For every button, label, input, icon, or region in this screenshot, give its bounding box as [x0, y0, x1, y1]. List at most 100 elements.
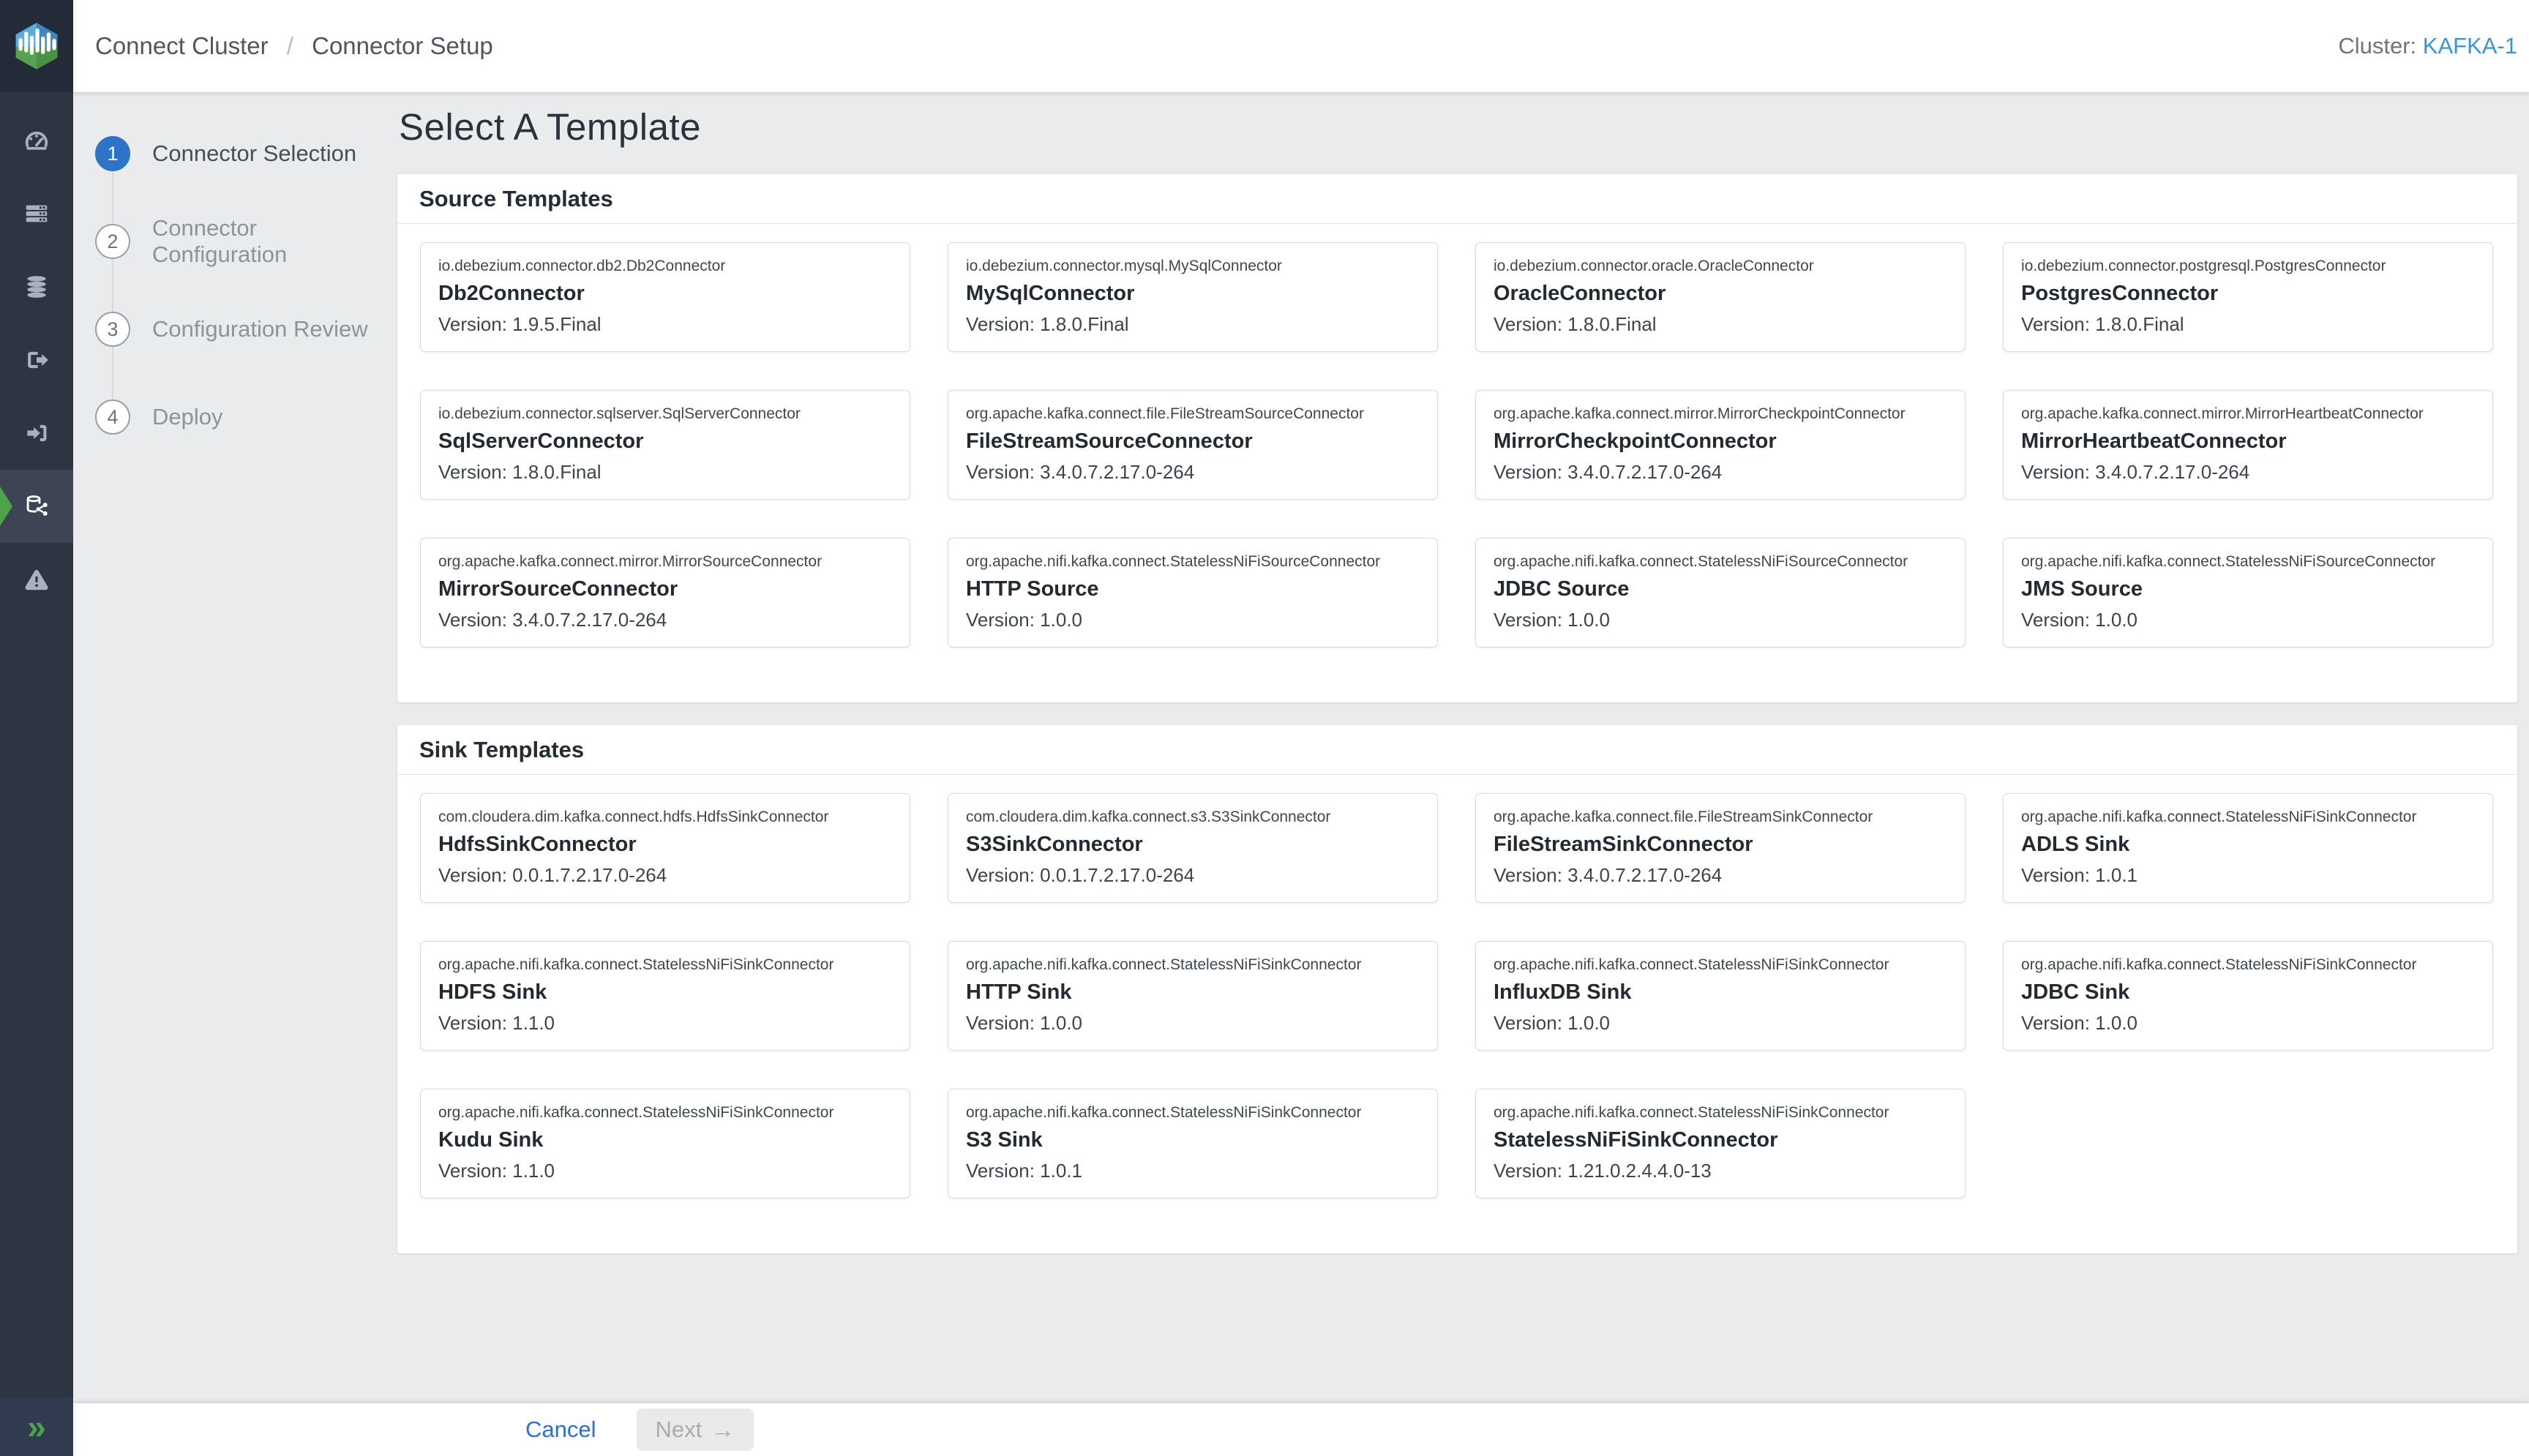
app-logo[interactable]: [0, 0, 73, 92]
template-section: Sink Templates com.cloudera.dim.kafka.co…: [397, 725, 2517, 1253]
connector-template-card[interactable]: io.debezium.connector.db2.Db2Connector D…: [420, 242, 910, 352]
connector-version: Version: 0.0.1.7.2.17.0-264: [966, 864, 1420, 887]
next-button[interactable]: Next →: [637, 1408, 754, 1451]
connector-version: Version: 3.4.0.7.2.17.0-264: [2021, 461, 2475, 484]
connector-template-card[interactable]: org.apache.nifi.kafka.connect.StatelessN…: [420, 941, 910, 1051]
cluster-indicator: Cluster: KAFKA-1: [2338, 33, 2517, 59]
connector-display-name: JMS Source: [2021, 577, 2475, 601]
cluster-label: Cluster:: [2338, 33, 2416, 59]
connector-version: Version: 1.8.0.Final: [2021, 313, 2475, 336]
wizard-step-number: 4: [95, 399, 130, 435]
connector-template-card[interactable]: com.cloudera.dim.kafka.connect.s3.S3Sink…: [948, 793, 1438, 903]
connector-version: Version: 1.0.0: [966, 609, 1420, 631]
connector-template-card[interactable]: org.apache.nifi.kafka.connect.StatelessN…: [1475, 1089, 1966, 1198]
alerts-icon: [23, 566, 50, 593]
connector-display-name: SqlServerConnector: [438, 429, 892, 454]
wizard-step-label: Connector Configuration: [152, 215, 397, 268]
connector-template-card[interactable]: io.debezium.connector.postgresql.Postgre…: [2003, 242, 2493, 352]
connector-template-card[interactable]: com.cloudera.dim.kafka.connect.hdfs.Hdfs…: [420, 793, 910, 903]
connector-display-name: JDBC Source: [1494, 577, 1947, 601]
connector-version: Version: 1.8.0.Final: [1494, 313, 1947, 336]
connector-template-card[interactable]: org.apache.kafka.connect.mirror.MirrorHe…: [2003, 390, 2493, 500]
sidebar-item-brokers[interactable]: [0, 250, 73, 323]
connector-display-name: HTTP Sink: [966, 980, 1420, 1005]
connector-template-card[interactable]: org.apache.nifi.kafka.connect.StatelessN…: [948, 1089, 1438, 1198]
wizard-step[interactable]: 3 Configuration Review: [73, 285, 397, 373]
connector-class-name: org.apache.kafka.connect.mirror.MirrorCh…: [1494, 405, 1947, 423]
connector-class-name: org.apache.nifi.kafka.connect.StatelessN…: [438, 956, 892, 974]
connector-class-name: org.apache.nifi.kafka.connect.StatelessN…: [966, 956, 1420, 974]
section-title: Sink Templates: [397, 725, 2517, 775]
connector-version: Version: 1.1.0: [438, 1012, 892, 1035]
connector-version: Version: 1.0.1: [966, 1160, 1420, 1182]
wizard-footer: Cancel Next →: [73, 1403, 2529, 1456]
connector-template-card[interactable]: org.apache.kafka.connect.file.FileStream…: [1475, 793, 1966, 903]
connector-class-name: org.apache.nifi.kafka.connect.StatelessN…: [1494, 956, 1947, 974]
connector-template-card[interactable]: org.apache.nifi.kafka.connect.StatelessN…: [420, 1089, 910, 1198]
card-grid: com.cloudera.dim.kafka.connect.hdfs.Hdfs…: [397, 775, 2517, 1253]
connector-version: Version: 3.4.0.7.2.17.0-264: [1494, 864, 1947, 887]
brokers-icon: [23, 273, 50, 301]
section-title: Source Templates: [397, 174, 2517, 224]
connector-template-card[interactable]: org.apache.nifi.kafka.connect.StatelessN…: [1475, 538, 1966, 648]
sidebar-item-consumer-groups[interactable]: [0, 323, 73, 397]
connector-class-name: org.apache.kafka.connect.file.FileStream…: [966, 405, 1420, 423]
topbar: Connect Cluster / Connector Setup Cluste…: [73, 0, 2529, 92]
connector-class-name: org.apache.kafka.connect.mirror.MirrorHe…: [2021, 405, 2475, 423]
cluster-name-link[interactable]: KAFKA-1: [2423, 33, 2517, 59]
connector-class-name: io.debezium.connector.db2.Db2Connector: [438, 258, 892, 275]
connector-template-card[interactable]: org.apache.nifi.kafka.connect.StatelessN…: [948, 941, 1438, 1051]
connector-display-name: JDBC Sink: [2021, 980, 2475, 1005]
wizard-step[interactable]: 2 Connector Configuration: [73, 198, 397, 285]
connector-template-card[interactable]: org.apache.nifi.kafka.connect.StatelessN…: [2003, 538, 2493, 648]
connector-template-card[interactable]: org.apache.nifi.kafka.connect.StatelessN…: [2003, 793, 2493, 903]
sidebar-item-connect[interactable]: [0, 470, 73, 543]
connector-class-name: org.apache.nifi.kafka.connect.StatelessN…: [1494, 553, 1947, 571]
connector-display-name: HTTP Source: [966, 577, 1420, 601]
connector-class-name: io.debezium.connector.postgresql.Postgre…: [2021, 258, 2475, 275]
cancel-button[interactable]: Cancel: [525, 1416, 596, 1443]
connector-display-name: MirrorHeartbeatConnector: [2021, 429, 2475, 454]
connector-display-name: MySqlConnector: [966, 282, 1420, 306]
connector-display-name: PostgresConnector: [2021, 282, 2475, 306]
wizard-step-label: Deploy: [152, 404, 223, 430]
connector-template-card[interactable]: io.debezium.connector.oracle.OracleConne…: [1475, 242, 1966, 352]
connector-display-name: Db2Connector: [438, 282, 892, 306]
connector-version: Version: 1.0.0: [2021, 1012, 2475, 1035]
wizard-step-label: Configuration Review: [152, 316, 368, 342]
wizard-steps: 1 Connector Selection 2 Connector Config…: [73, 110, 397, 461]
connector-display-name: ADLS Sink: [2021, 833, 2475, 857]
wizard-step[interactable]: 1 Connector Selection: [73, 110, 397, 198]
connector-template-card[interactable]: org.apache.kafka.connect.file.FileStream…: [948, 390, 1438, 500]
connector-template-card[interactable]: org.apache.nifi.kafka.connect.StatelessN…: [1475, 941, 1966, 1051]
wizard-step[interactable]: 4 Deploy: [73, 373, 397, 461]
connector-class-name: org.apache.kafka.connect.file.FileStream…: [1494, 808, 1947, 826]
connector-class-name: org.apache.kafka.connect.mirror.MirrorSo…: [438, 553, 892, 571]
wizard-step-label: Connector Selection: [152, 140, 356, 167]
breadcrumb-connect-cluster[interactable]: Connect Cluster: [95, 32, 269, 59]
connector-version: Version: 1.1.0: [438, 1160, 892, 1182]
connector-class-name: org.apache.nifi.kafka.connect.StatelessN…: [2021, 808, 2475, 826]
template-section: Source Templates io.debezium.connector.d…: [397, 174, 2517, 702]
sidebar-item-alerts[interactable]: [0, 543, 73, 616]
connector-display-name: MirrorSourceConnector: [438, 577, 892, 601]
connector-template-card[interactable]: org.apache.nifi.kafka.connect.StatelessN…: [2003, 941, 2493, 1051]
connector-template-card[interactable]: io.debezium.connector.mysql.MySqlConnect…: [948, 242, 1438, 352]
connector-version: Version: 3.4.0.7.2.17.0-264: [438, 609, 892, 631]
connector-template-card[interactable]: org.apache.nifi.kafka.connect.StatelessN…: [948, 538, 1438, 648]
connector-template-card[interactable]: io.debezium.connector.sqlserver.SqlServe…: [420, 390, 910, 500]
sidebar-item-dashboard[interactable]: [0, 104, 73, 177]
connector-template-card[interactable]: org.apache.kafka.connect.mirror.MirrorSo…: [420, 538, 910, 648]
sidebar-expand-button[interactable]: »: [0, 1397, 73, 1456]
sidebar-item-producers[interactable]: [0, 397, 73, 470]
connector-version: Version: 1.21.0.2.4.4.0-13: [1494, 1160, 1947, 1182]
connector-display-name: StatelessNiFiSinkConnector: [1494, 1128, 1947, 1152]
wizard-steps-panel: 1 Connector Selection 2 Connector Config…: [73, 92, 397, 461]
connector-template-card[interactable]: org.apache.kafka.connect.mirror.MirrorCh…: [1475, 390, 1966, 500]
connector-version: Version: 3.4.0.7.2.17.0-264: [966, 461, 1420, 484]
sidebar-item-topics[interactable]: [0, 177, 73, 250]
connector-version: Version: 1.0.0: [966, 1012, 1420, 1035]
sidebar: [0, 0, 73, 1456]
connector-class-name: org.apache.nifi.kafka.connect.StatelessN…: [966, 553, 1420, 571]
main-panel: Select A Template Source Templates io.de…: [397, 92, 2517, 1253]
